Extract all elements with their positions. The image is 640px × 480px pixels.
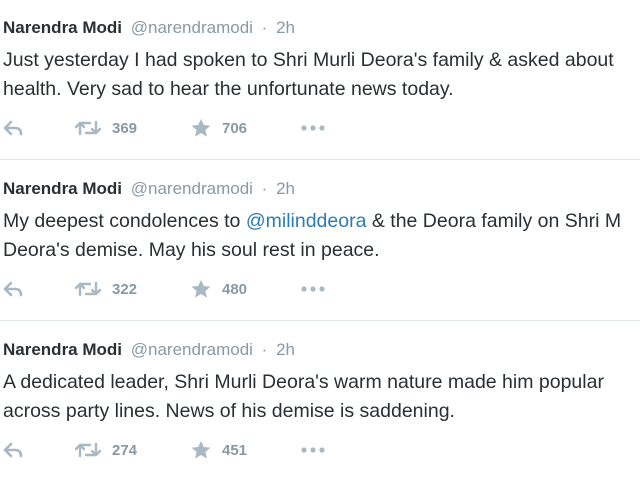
tweet-timestamp[interactable]: 2h (276, 340, 295, 359)
more-options-icon (301, 125, 325, 131)
star-icon (191, 441, 211, 459)
more-options-button[interactable] (300, 277, 326, 301)
reply-button[interactable] (2, 277, 24, 301)
tweet-text-segment: My deepest condolences to (3, 210, 246, 232)
tweet-actions: 369 706 (0, 116, 400, 140)
star-icon (191, 280, 211, 298)
tweet-timestamp[interactable]: 2h (276, 179, 295, 198)
author-handle[interactable]: @narendramodi (131, 18, 253, 37)
tweet-header: Narendra Modi @narendramodi · 2h (3, 340, 295, 360)
reply-button[interactable] (2, 438, 24, 462)
tweet-text: Just yesterday I had spoken to Shri Murl… (3, 46, 640, 104)
favorite-button[interactable]: 706 (190, 116, 247, 140)
tweet-text: A dedicated leader, Shri Murli Deora's w… (3, 368, 640, 426)
tweet-text-line: across party lines. News of his demise i… (3, 400, 455, 422)
tweet-divider (0, 159, 640, 160)
tweet-text-line: health. Very sad to hear the unfortunate… (3, 78, 454, 100)
more-options-icon (301, 286, 325, 292)
retweet-button[interactable]: 274 (74, 438, 137, 462)
tweet-text-segment: & the Deora family on Shri M (366, 210, 622, 232)
tweet-feed: Narendra Modi @narendramodi · 2h Just ye… (0, 0, 640, 480)
tweet-header: Narendra Modi @narendramodi · 2h (3, 179, 295, 199)
tweet-text-line: Just yesterday I had spoken to Shri Murl… (3, 49, 614, 71)
tweet-actions: 322 480 (0, 277, 400, 301)
favorite-count: 451 (222, 441, 248, 459)
more-options-button[interactable] (300, 438, 326, 462)
favorite-count: 480 (222, 280, 248, 298)
retweet-icon (74, 442, 102, 458)
tweet: Narendra Modi @narendramodi · 2h Just ye… (0, 0, 640, 161)
author-handle[interactable]: @narendramodi (131, 340, 253, 359)
retweet-button[interactable]: 322 (74, 277, 137, 301)
more-options-button[interactable] (300, 116, 326, 140)
mention-link[interactable]: @milinddeora (246, 210, 367, 232)
reply-icon (3, 281, 23, 297)
retweet-icon (74, 281, 102, 297)
retweet-button[interactable]: 369 (74, 116, 137, 140)
retweet-count: 369 (112, 119, 138, 137)
author-name[interactable]: Narendra Modi (3, 340, 122, 359)
header-separator: · (261, 179, 268, 198)
tweet-text: My deepest condolences to @milinddeora &… (3, 207, 640, 265)
more-options-icon (301, 447, 325, 453)
favorite-count: 706 (222, 119, 248, 137)
tweet-text-line: A dedicated leader, Shri Murli Deora's w… (3, 371, 604, 393)
reply-icon (3, 442, 23, 458)
header-separator: · (261, 18, 268, 37)
retweet-icon (74, 120, 102, 136)
tweet: Narendra Modi @narendramodi · 2h A dedic… (0, 322, 640, 480)
reply-icon (3, 120, 23, 136)
tweet: Narendra Modi @narendramodi · 2h My deep… (0, 161, 640, 322)
tweet-text-line: My deepest condolences to @milinddeora &… (3, 207, 640, 236)
author-name[interactable]: Narendra Modi (3, 18, 122, 37)
star-icon (191, 119, 211, 137)
author-handle[interactable]: @narendramodi (131, 179, 253, 198)
favorite-button[interactable]: 480 (190, 277, 247, 301)
favorite-button[interactable]: 451 (190, 438, 247, 462)
reply-button[interactable] (2, 116, 24, 140)
retweet-count: 322 (112, 280, 138, 298)
tweet-header: Narendra Modi @narendramodi · 2h (3, 18, 295, 38)
retweet-count: 274 (112, 441, 138, 459)
header-separator: · (261, 340, 268, 359)
tweet-text-line: Deora's demise. May his soul rest in pea… (3, 239, 380, 261)
tweet-actions: 274 451 (0, 438, 400, 462)
tweet-timestamp[interactable]: 2h (276, 18, 295, 37)
tweet-divider (0, 320, 640, 321)
author-name[interactable]: Narendra Modi (3, 179, 122, 198)
